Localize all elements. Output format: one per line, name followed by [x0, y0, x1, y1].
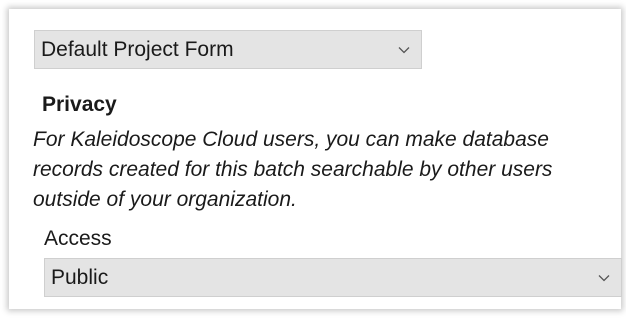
chevron-down-icon: [397, 43, 411, 57]
project-form-select-value: Default Project Form: [41, 37, 234, 61]
access-label: Access: [44, 227, 112, 250]
privacy-settings-panel: Default Project Form Privacy For Kaleido…: [9, 9, 622, 309]
privacy-description: For Kaleidoscope Cloud users, you can ma…: [33, 128, 553, 211]
access-select[interactable]: Public: [44, 258, 622, 297]
privacy-heading: Privacy: [42, 93, 117, 116]
access-select-value: Public: [51, 265, 109, 289]
chevron-down-icon: [597, 271, 611, 285]
project-form-select[interactable]: Default Project Form: [34, 30, 422, 69]
